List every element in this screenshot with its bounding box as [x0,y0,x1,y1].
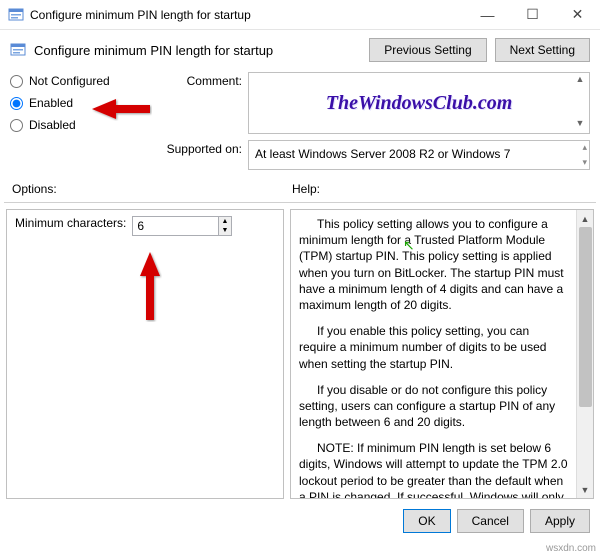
supported-on-value: At least Windows Server 2008 R2 or Windo… [255,147,510,161]
help-panel: This policy setting allows you to config… [290,209,594,499]
comment-scroll-up-icon[interactable]: ▲ [573,74,587,88]
comment-label: Comment: [152,72,242,88]
supported-on-box: At least Windows Server 2008 R2 or Windo… [248,140,590,170]
radio-not-configured[interactable]: Not Configured [10,74,140,88]
page-title: Configure minimum PIN length for startup [34,43,273,58]
policy-large-icon [10,42,26,58]
scrollbar-thumb[interactable] [579,227,592,407]
supported-label: Supported on: [152,140,242,156]
titlebar-controls: — ☐ ✕ [465,0,600,30]
titlebar: Configure minimum PIN length for startup… [0,0,600,30]
watermark-text: TheWindowsClub.com [326,92,513,115]
header-left: Configure minimum PIN length for startup [10,42,273,58]
policy-icon [8,7,24,23]
radio-enabled[interactable]: Enabled [10,96,140,110]
supported-scroll-up-icon[interactable]: ▴ [582,142,587,153]
spinner-up-icon[interactable]: ▲ [219,217,232,226]
help-p3: If you disable or do not configure this … [299,382,568,431]
comment-scroll-down-icon[interactable]: ▼ [573,118,587,132]
radio-disabled-label: Disabled [29,118,76,132]
header-row: Configure minimum PIN length for startup… [0,30,600,72]
min-chars-input[interactable] [133,217,217,235]
nav-buttons: Previous Setting Next Setting [369,38,590,62]
window-title: Configure minimum PIN length for startup [30,8,251,22]
section-labels: Options: Help: [0,178,600,200]
ok-button[interactable]: OK [403,509,450,533]
scrollbar-up-icon[interactable]: ▲ [577,210,593,227]
help-p4: NOTE: If minimum PIN length is set below… [299,440,568,498]
maximize-button[interactable]: ☐ [510,0,555,30]
state-radios: Not Configured Enabled Disabled [10,72,140,170]
help-heading: Help: [292,182,320,196]
lower-panels: Minimum characters: ▲ ▼ This policy sett… [0,209,600,499]
options-heading: Options: [12,182,292,196]
spinner-down-icon[interactable]: ▼ [219,226,232,235]
comment-input[interactable]: ▲ TheWindowsClub.com ▼ [248,72,590,134]
scrollbar-down-icon[interactable]: ▼ [577,481,593,498]
radio-not-configured-label: Not Configured [29,74,110,88]
previous-setting-button[interactable]: Previous Setting [369,38,486,62]
titlebar-left: Configure minimum PIN length for startup [8,7,251,23]
min-chars-spinner[interactable]: ▲ ▼ [132,216,232,236]
minimize-button[interactable]: — [465,0,510,30]
right-fields: Comment: ▲ TheWindowsClub.com ▼ Supporte… [152,72,590,170]
radio-disabled-input[interactable] [10,119,23,132]
help-p2: If you enable this policy setting, you c… [299,323,568,372]
min-chars-label: Minimum characters: [15,216,126,230]
radio-enabled-label: Enabled [29,96,73,110]
config-area: Not Configured Enabled Disabled Comment:… [0,72,600,178]
close-button[interactable]: ✕ [555,0,600,30]
help-p1: This policy setting allows you to config… [299,216,568,313]
radio-not-configured-input[interactable] [10,75,23,88]
help-scrollbar[interactable]: ▲ ▼ [576,210,593,498]
radio-enabled-input[interactable] [10,97,23,110]
footer-buttons: OK Cancel Apply [0,499,600,533]
next-setting-button[interactable]: Next Setting [495,38,590,62]
options-panel: Minimum characters: ▲ ▼ [6,209,284,499]
footnote: wsxdn.com [546,543,596,554]
cancel-button[interactable]: Cancel [457,509,524,533]
spinner-buttons: ▲ ▼ [218,217,232,235]
divider [4,202,596,203]
supported-scroll-down-icon[interactable]: ▾ [582,157,587,168]
apply-button[interactable]: Apply [530,509,590,533]
help-text: This policy setting allows you to config… [291,210,576,498]
radio-disabled[interactable]: Disabled [10,118,140,132]
